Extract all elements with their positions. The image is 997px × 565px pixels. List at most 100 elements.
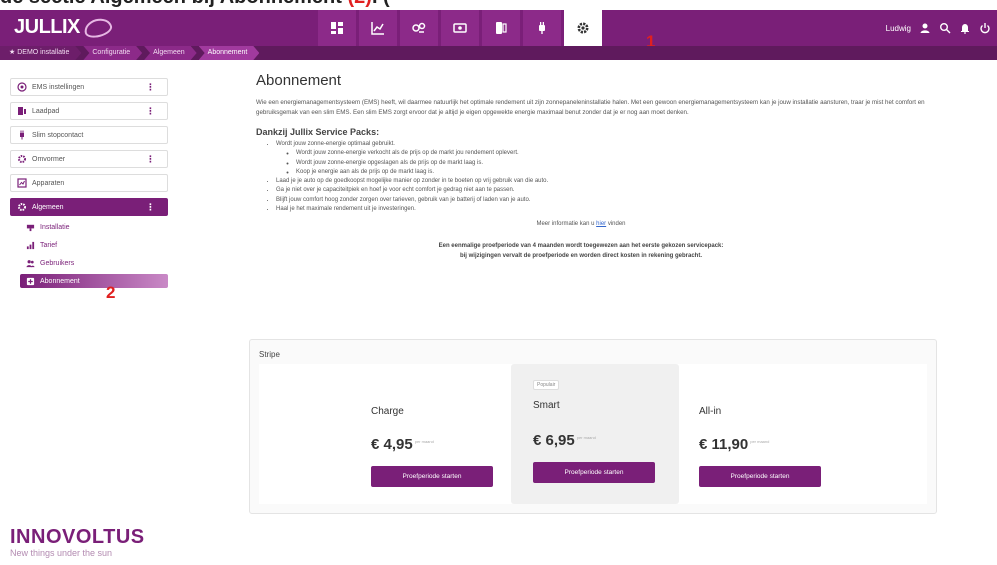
sidebar-item-algemeen[interactable]: Algemeen ⋮	[10, 198, 168, 216]
plan-name: Charge	[371, 406, 404, 417]
sidebar-subitem-abonnement[interactable]: Abonnement	[20, 274, 168, 288]
benefits-list: Wordt jouw zonne-energie optimaal gebrui…	[256, 140, 946, 214]
more-info-link[interactable]: hier	[596, 221, 606, 227]
sidebar-subitem-gebruikers[interactable]: Gebruikers	[20, 256, 168, 270]
sidebar-subitem-label: Installatie	[40, 223, 70, 231]
sub-benefits-list: Wordt jouw zonne-energie verkocht als de…	[276, 149, 946, 177]
caption-prefix: de sectie	[0, 0, 90, 8]
list-item: Laad je je auto op de goedkoopst mogelij…	[276, 177, 946, 186]
tariff-icon	[26, 241, 35, 249]
sidebar-item-label: Slim stopcontact	[32, 131, 84, 139]
search-icon[interactable]	[939, 22, 951, 34]
plan-name: All-in	[699, 406, 722, 417]
nav-flow[interactable]	[400, 10, 438, 46]
more-info-text: Meer informatie kan u hier vinden	[536, 221, 626, 228]
page-title: Abonnement	[256, 72, 342, 89]
caption-marker: (2)	[342, 0, 371, 8]
plug-icon	[20, 130, 24, 140]
gear-icon	[18, 203, 26, 211]
user-icon[interactable]	[919, 22, 931, 34]
popular-badge: Populair	[533, 380, 560, 390]
caption-mid: bij	[186, 0, 220, 8]
main-nav	[318, 10, 605, 46]
sidebar-item-slim-stopcontact[interactable]: Slim stopcontact	[10, 126, 168, 144]
brand-name: INNOVOLTUS	[10, 526, 145, 548]
nav-phone-battery[interactable]	[482, 10, 520, 46]
plan-smart: Populair Smart € 6,95 per maand Proefperi…	[511, 364, 679, 504]
list-item: Wordt jouw zonne-energie optimaal gebrui…	[276, 140, 946, 177]
sidebar-subitem-label: Gebruikers	[40, 259, 75, 267]
trial-notice: Een eenmalige proefperiode van 4 maanden…	[216, 241, 946, 261]
users-icon	[26, 259, 35, 267]
breadcrumb-item-abonnement[interactable]: Abonnement	[199, 46, 260, 60]
list-item: Wordt jouw zonne-energie verkocht als de…	[296, 149, 946, 158]
phone-battery-icon	[496, 22, 507, 34]
plug-icon	[539, 22, 545, 34]
plan-price: € 4,95 per maand	[371, 436, 434, 453]
plan-price: € 11,90 per maand	[699, 436, 770, 453]
plan-all-in: All-in € 11,90 per maand Proefperiode sta…	[677, 364, 845, 504]
list-item: Ga je niet over je capaciteitpiek en hoe…	[276, 186, 946, 195]
trial-notice-line: bij wijzigingen vervalt de proefperiode …	[459, 253, 703, 260]
sidebar-subitem-label: Tarief	[40, 241, 58, 249]
plan-name: Smart	[533, 400, 560, 411]
sidebar-item-laadpad[interactable]: Laadpad ⋮	[10, 102, 168, 120]
app-logo[interactable]: JULLIX	[14, 15, 114, 40]
breadcrumb: ★ DEMO installatie Configuratie Algemeen…	[0, 46, 997, 60]
stripe-label: Stripe	[259, 350, 280, 359]
nav-dashboard[interactable]	[318, 10, 356, 46]
sidebar-submenu-algemeen: Installatie Tarief Gebruikers Abonnement	[20, 220, 168, 288]
trial-notice-line: Een eenmalige proefperiode van 4 maanden…	[438, 243, 724, 250]
list-item: Koop je energie aan als de prijs op de m…	[296, 168, 946, 177]
breadcrumb-item-configuratie[interactable]: Configuratie	[83, 46, 142, 60]
start-trial-button[interactable]: Proefperiode starten	[699, 466, 821, 487]
breadcrumb-item-algemeen[interactable]: Algemeen	[144, 46, 197, 60]
brand-tagline: New things under the sun	[10, 548, 113, 558]
nav-settings[interactable]	[564, 10, 602, 46]
nav-plug[interactable]	[523, 10, 561, 46]
start-trial-button[interactable]: Proefperiode starten	[533, 462, 655, 483]
list-item: Blijft jouw comfort hoog zonder zorgen o…	[276, 196, 946, 205]
sidebar-subitem-installatie[interactable]: Installatie	[20, 220, 168, 234]
chart-icon	[371, 22, 384, 35]
user-name[interactable]: Ludwig	[886, 24, 911, 33]
start-trial-button[interactable]: Proefperiode starten	[371, 466, 493, 487]
nav-battery[interactable]	[441, 10, 479, 46]
caption-bold-2: Abonnement	[220, 0, 342, 8]
breadcrumb-item-home[interactable]: ★ DEMO installatie	[0, 46, 81, 60]
charger-icon	[18, 107, 26, 115]
sidebar-item-omvormer[interactable]: Omvormer ⋮	[10, 150, 168, 168]
more-menu-icon[interactable]: ⋮	[146, 82, 155, 93]
intro-text: Wie een energiemanagementsysteem (EMS) h…	[256, 99, 925, 116]
nav-chart[interactable]	[359, 10, 397, 46]
sidebar: EMS instellingen ⋮ Laadpad ⋮ Slim stopco…	[10, 78, 168, 292]
sidebar-subitem-tarief[interactable]: Tarief	[20, 238, 168, 252]
sidebar-item-label: Omvormer	[32, 155, 66, 163]
power-icon[interactable]	[979, 22, 991, 34]
dashboard-icon	[331, 22, 343, 34]
service-packs-title: Dankzij Jullix Service Packs:	[256, 127, 380, 137]
subscription-icon	[26, 277, 35, 285]
more-menu-icon[interactable]: ⋮	[146, 154, 155, 165]
annotation-marker-2: 2	[106, 283, 116, 302]
stripe-pricing-card: Stripe Charge € 4,95 per maand Proefperio…	[249, 339, 937, 514]
flow-icon	[412, 22, 426, 33]
sidebar-item-label: EMS instellingen	[32, 83, 85, 91]
sidebar-item-ems[interactable]: EMS instellingen ⋮	[10, 78, 168, 96]
more-menu-icon[interactable]: ⋮	[146, 106, 155, 117]
pricing-table: Charge € 4,95 per maand Proefperiode star…	[259, 364, 927, 504]
brand-footer: INNOVOLTUS New things under the sun	[10, 526, 145, 558]
more-menu-icon[interactable]: ⋮	[146, 202, 155, 213]
installation-icon	[26, 224, 35, 231]
bell-icon[interactable]	[959, 22, 971, 34]
sidebar-item-label: Algemeen	[32, 203, 64, 211]
sidebar-item-apparaten[interactable]: Apparaten	[10, 174, 168, 192]
user-area: Ludwig	[886, 10, 997, 46]
gear-icon	[577, 22, 589, 34]
logo-text: JULLIX	[14, 16, 80, 38]
ems-icon	[17, 82, 27, 92]
caption-bold-1: Algemeen	[90, 0, 186, 8]
devices-icon	[17, 178, 27, 188]
list-item: Haal je het maximale rendement uit je in…	[276, 205, 946, 214]
list-item: Wordt jouw zonne-energie opgeslagen als …	[296, 159, 946, 168]
